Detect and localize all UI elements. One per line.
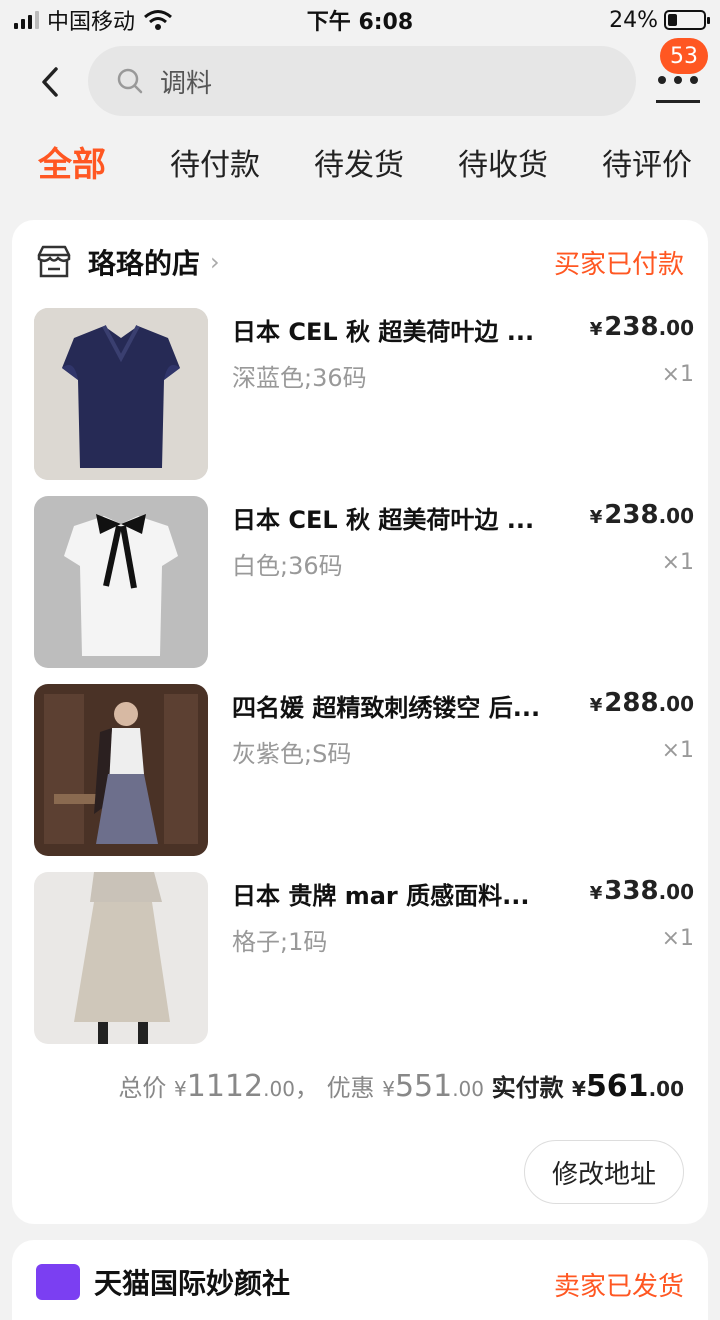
tab-pending-review[interactable]: 待评价 xyxy=(602,140,692,184)
order-item[interactable]: 日本 CEL 秋 超美荷叶边 ... 深蓝色;36码 ¥238.00 ×1 xyxy=(34,308,694,480)
modify-address-button[interactable]: 修改地址 xyxy=(524,1140,684,1204)
product-title[interactable]: 日本 贵牌 mar 质感面料... xyxy=(232,876,562,911)
product-title[interactable]: 日本 CEL 秋 超美荷叶边 ... xyxy=(232,312,562,347)
product-title[interactable]: 四名媛 超精致刺绣镂空 后... xyxy=(232,688,562,723)
product-spec: 白色;36码 xyxy=(232,552,343,580)
search-bar[interactable] xyxy=(88,46,636,116)
tab-all[interactable]: 全部 xyxy=(38,137,106,186)
next-order-status: 卖家已发货 xyxy=(553,1272,684,1302)
product-spec: 深蓝色;36码 xyxy=(232,364,367,392)
chevron-left-icon xyxy=(42,67,58,97)
product-title[interactable]: 日本 CEL 秋 超美荷叶边 ... xyxy=(232,500,562,535)
tab-pending-payment[interactable]: 待付款 xyxy=(170,140,260,184)
status-bar: 中国移动 下午 6:08 24% xyxy=(0,0,720,40)
product-spec: 灰紫色;S码 xyxy=(232,740,352,768)
next-shop-name[interactable]: 天猫国际妙颜社 xyxy=(94,1262,290,1302)
shop-icon xyxy=(37,245,71,278)
product-quantity: ×1 xyxy=(661,738,694,763)
product-image[interactable] xyxy=(34,496,208,668)
message-count-badge: 53 xyxy=(660,38,708,74)
battery-icon xyxy=(664,10,710,30)
status-right: 24% xyxy=(609,7,710,33)
search-icon xyxy=(117,68,143,94)
order-item[interactable]: 日本 CEL 秋 超美荷叶边 ... 白色;36码 ¥238.00 ×1 xyxy=(34,496,694,668)
product-quantity: ×1 xyxy=(661,550,694,575)
shop-name[interactable]: 珞珞的店 xyxy=(88,242,200,282)
chevron-right-icon: › xyxy=(210,248,220,276)
paid-amount: 561 xyxy=(585,1069,649,1104)
product-quantity: ×1 xyxy=(661,362,694,387)
tmall-icon xyxy=(36,1264,80,1300)
total-label: 总价 xyxy=(118,1074,167,1102)
shop-header[interactable]: 珞珞的店 › 买家已付款 xyxy=(36,240,684,284)
discount-amount: 551 xyxy=(394,1069,453,1104)
signal-icon xyxy=(14,11,39,29)
carrier-name: 中国移动 xyxy=(47,10,136,35)
back-button[interactable] xyxy=(30,62,70,102)
tab-pending-receipt[interactable]: 待收货 xyxy=(458,140,548,184)
next-order-card[interactable]: 天猫国际妙颜社 卖家已发货 xyxy=(12,1240,708,1320)
product-quantity: ×1 xyxy=(661,926,694,951)
product-price: ¥238.00 xyxy=(589,500,694,530)
order-tabs: 全部 待付款 待发货 待收货 待评价 xyxy=(0,140,720,196)
order-status: 买家已付款 xyxy=(553,250,684,280)
next-shop-header[interactable]: 天猫国际妙颜社 xyxy=(36,1262,290,1302)
search-input[interactable] xyxy=(160,66,560,96)
product-spec: 格子;1码 xyxy=(232,928,328,956)
discount-label: 优惠 xyxy=(326,1074,375,1102)
order-item[interactable]: 日本 贵牌 mar 质感面料... 格子;1码 ¥338.00 ×1 xyxy=(34,872,694,1044)
product-image[interactable] xyxy=(34,684,208,856)
order-item[interactable]: 四名媛 超精致刺绣镂空 后... 灰紫色;S码 ¥288.00 ×1 xyxy=(34,684,694,856)
product-image[interactable] xyxy=(34,872,208,1044)
battery-percent: 24% xyxy=(609,7,658,33)
order-totals: 总价 ¥1112.00， 优惠 ¥551.00 实付款 ¥561.00 xyxy=(118,1069,684,1104)
top-header xyxy=(0,44,720,120)
status-left: 中国移动 xyxy=(14,4,173,36)
wifi-icon xyxy=(144,10,172,30)
product-image[interactable] xyxy=(34,308,208,480)
product-price: ¥338.00 xyxy=(589,876,694,906)
tab-pending-shipment[interactable]: 待发货 xyxy=(314,140,404,184)
paid-label: 实付款 xyxy=(491,1074,564,1102)
product-price: ¥238.00 xyxy=(589,312,694,342)
more-icon xyxy=(658,76,698,84)
total-amount: 1112 xyxy=(186,1069,264,1104)
order-card[interactable]: 珞珞的店 › 买家已付款 日本 CEL 秋 超美荷叶边 ... 深蓝色;36码 … xyxy=(12,220,708,1224)
product-price: ¥288.00 xyxy=(589,688,694,718)
